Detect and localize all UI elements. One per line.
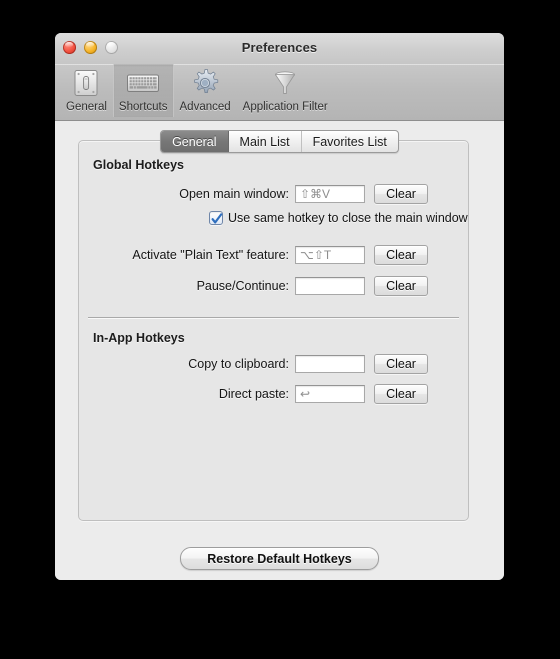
toolbar-item-general[interactable]: General [60, 64, 113, 117]
checkmark-icon [211, 213, 223, 224]
funnel-icon [268, 67, 302, 99]
tab-main-list-label: Main List [239, 134, 290, 149]
footer-actions: Restore Default Hotkeys [55, 547, 504, 570]
copy-to-clipboard-label: Copy to clipboard: [188, 357, 289, 371]
plain-text-hotkey-field[interactable]: ⌥⇧T [295, 246, 365, 264]
direct-paste-hotkey-field[interactable]: ↩ [295, 385, 365, 403]
keyboard-icon [126, 67, 160, 99]
tab-bar: General Main List Favorites List [55, 130, 504, 153]
gear-icon [188, 67, 222, 99]
window-titlebar: Preferences [55, 33, 504, 64]
row-copy-to-clipboard: Copy to clipboard: Clear [93, 354, 455, 374]
row-use-same-hotkey[interactable]: Use same hotkey to close the main window [209, 211, 468, 225]
tab-favorites-list-label: Favorites List [312, 134, 387, 149]
toolbar-item-application-filter-label: Application Filter [242, 101, 328, 113]
inapp-hotkeys-heading: In-App Hotkeys [93, 331, 185, 345]
toolbar-item-advanced-label: Advanced [179, 101, 231, 113]
global-hotkeys-heading: Global Hotkeys [93, 158, 184, 172]
preferences-toolbar: General Shortcuts Advanced Application F… [55, 64, 504, 121]
pause-continue-label: Pause/Continue: [196, 279, 289, 293]
restore-default-hotkeys-button[interactable]: Restore Default Hotkeys [180, 547, 379, 570]
use-same-hotkey-checkbox[interactable] [209, 211, 223, 225]
row-plain-text: Activate "Plain Text" feature: ⌥⇧T Clear [93, 245, 455, 265]
direct-paste-label: Direct paste: [218, 387, 289, 401]
plain-text-label: Activate "Plain Text" feature: [132, 248, 289, 262]
row-open-main-window: Open main window: ⇧⌘V Clear [93, 184, 455, 204]
pause-continue-hotkey-field[interactable] [295, 277, 365, 295]
row-pause-continue: Pause/Continue: Clear [93, 276, 455, 296]
toolbar-item-shortcuts[interactable]: Shortcuts [112, 64, 174, 117]
open-main-window-label: Open main window: [179, 187, 289, 201]
tab-main-list[interactable]: Main List [229, 131, 302, 152]
plain-text-clear-button[interactable]: Clear [374, 245, 428, 265]
tab-general-label: General [172, 134, 217, 149]
toolbar-item-advanced[interactable]: Advanced [174, 64, 237, 117]
window-title: Preferences [241, 40, 318, 55]
toolbar-item-shortcuts-label: Shortcuts [118, 101, 168, 113]
row-direct-paste: Direct paste: ↩ Clear [93, 384, 455, 404]
open-main-window-hotkey-field[interactable]: ⇧⌘V [295, 185, 365, 203]
copy-to-clipboard-hotkey-field[interactable] [295, 355, 365, 373]
toolbar-item-general-label: General [66, 101, 107, 113]
tab-content-panel: Global Hotkeys Open main window: ⇧⌘V Cle… [78, 140, 469, 521]
light-switch-icon [69, 67, 103, 99]
pause-continue-clear-button[interactable]: Clear [374, 276, 428, 296]
preferences-body: General Main List Favorites List Global … [55, 121, 504, 580]
tab-favorites-list[interactable]: Favorites List [302, 131, 398, 152]
direct-paste-clear-button[interactable]: Clear [374, 384, 428, 404]
use-same-hotkey-label: Use same hotkey to close the main window [228, 211, 468, 225]
tab-general[interactable]: General [161, 131, 229, 152]
section-separator [88, 317, 459, 318]
preferences-window: Preferences General Shortcuts Advanced A… [55, 33, 504, 580]
toolbar-item-application-filter[interactable]: Application Filter [237, 64, 334, 117]
open-main-window-clear-button[interactable]: Clear [374, 184, 428, 204]
desktop-backdrop: Preferences General Shortcuts Advanced A… [0, 0, 560, 659]
copy-to-clipboard-clear-button[interactable]: Clear [374, 354, 428, 374]
